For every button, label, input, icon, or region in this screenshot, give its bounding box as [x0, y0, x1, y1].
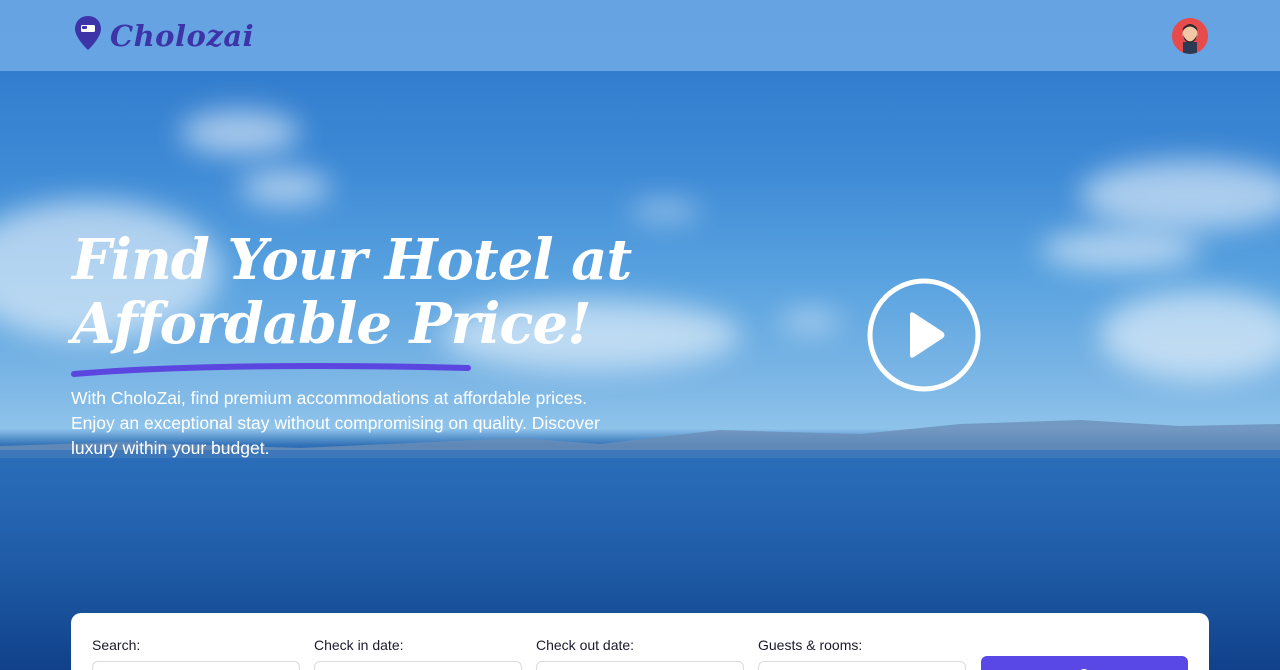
map-pin-hotel-icon: [74, 15, 102, 56]
play-video-button[interactable]: [866, 278, 982, 392]
search-input[interactable]: [92, 661, 300, 670]
navbar: Cholozai: [0, 0, 1280, 71]
search-field: Search:: [92, 637, 300, 670]
headline-line-2: Affordable Price!: [72, 291, 592, 357]
search-button[interactable]: [981, 656, 1188, 670]
cloud: [180, 110, 300, 155]
cloud: [1040, 230, 1200, 270]
brand-name: Cholozai: [110, 18, 255, 53]
user-avatar[interactable]: [1172, 17, 1208, 54]
brand-logo[interactable]: Cholozai: [74, 15, 254, 56]
hero-description: With CholoZai, find premium accommodatio…: [71, 388, 600, 458]
checkout-label: Check out date:: [536, 637, 635, 653]
cloud: [240, 170, 330, 205]
guests-label: Guests & rooms:: [758, 637, 863, 653]
cloud: [780, 312, 840, 330]
hero-headline: Find Your Hotel at Affordable Price!: [72, 228, 632, 356]
guests-rooms-input[interactable]: [758, 661, 966, 670]
search-label: Search:: [92, 637, 141, 653]
checkin-field: Check in date:: [314, 637, 522, 670]
checkin-label: Check in date:: [314, 637, 404, 653]
cloud: [1080, 160, 1280, 230]
checkout-date-input[interactable]: [536, 661, 744, 670]
checkin-date-input[interactable]: [314, 661, 522, 670]
checkout-field: Check out date:: [536, 637, 744, 670]
guests-field: Guests & rooms:: [758, 637, 966, 670]
cloud: [1100, 290, 1280, 380]
play-icon: [867, 278, 981, 392]
headline-underline: [71, 363, 471, 377]
search-panel: Search: Check in date: Check out date: G…: [71, 613, 1209, 670]
headline-line-1: Find Your Hotel at: [72, 227, 632, 293]
cloud: [630, 203, 700, 219]
